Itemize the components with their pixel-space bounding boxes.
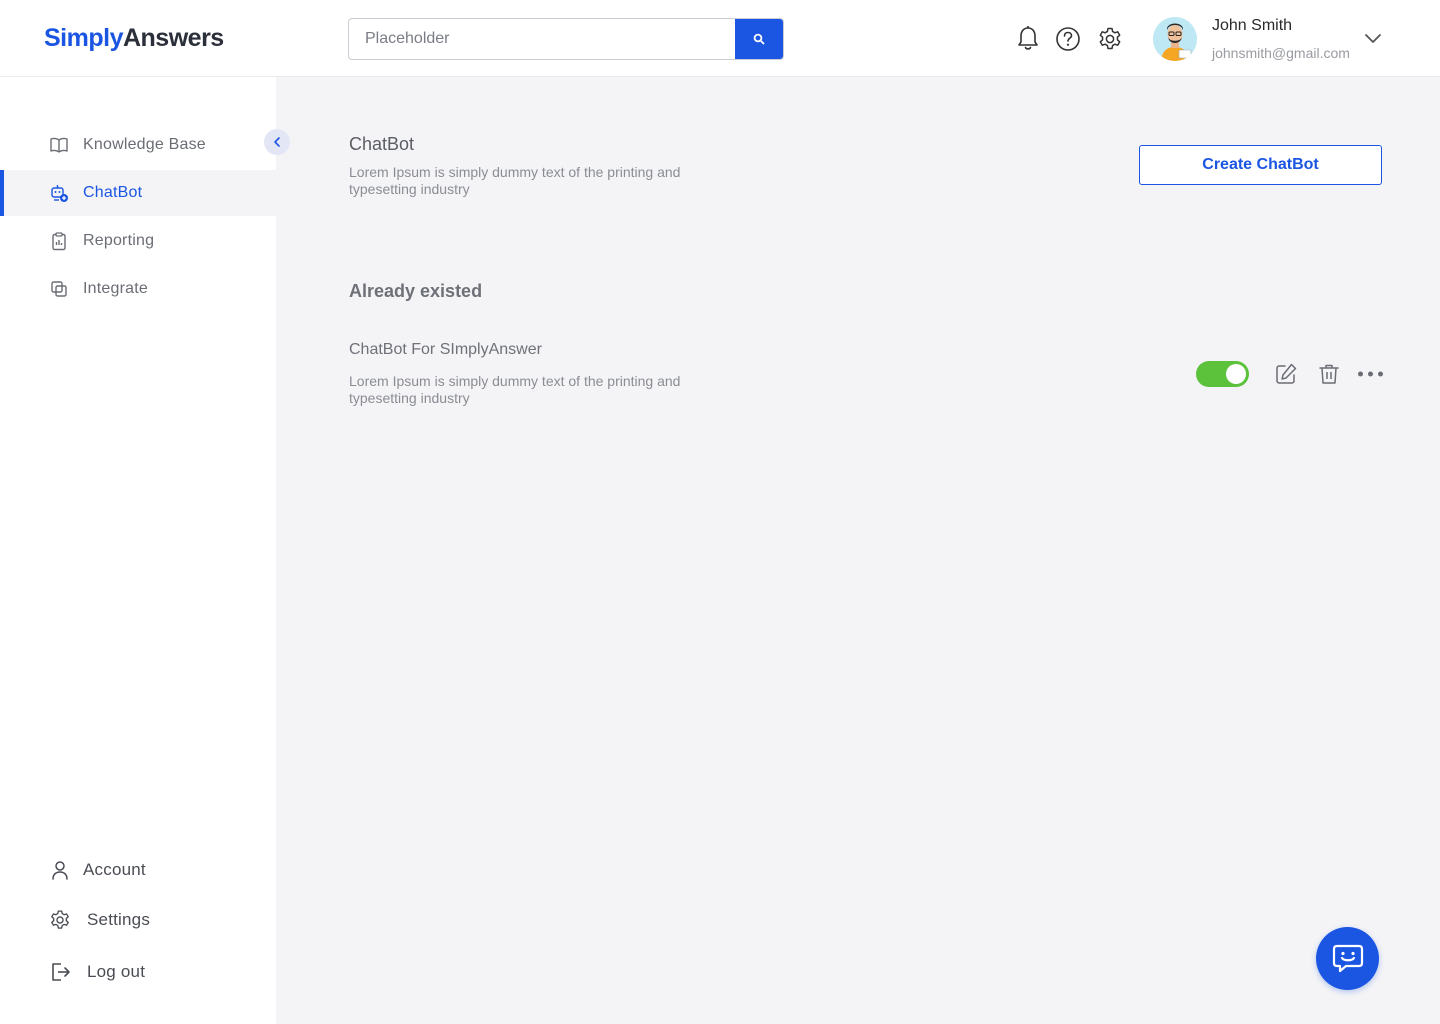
avatar[interactable] bbox=[1153, 17, 1197, 61]
user-icon bbox=[52, 861, 68, 880]
sidebar-item-settings[interactable]: Settings bbox=[0, 900, 276, 940]
search-input[interactable] bbox=[349, 19, 735, 59]
user-email: johnsmith@gmail.com bbox=[1212, 45, 1350, 61]
app-logo[interactable]: SimplyAnswers bbox=[44, 24, 224, 53]
sidebar-item-label: Knowledge Base bbox=[83, 136, 206, 153]
bot-description: Lorem Ipsum is simply dummy text of the … bbox=[349, 373, 681, 406]
book-icon bbox=[50, 137, 68, 153]
gear-icon bbox=[1099, 27, 1121, 50]
chevron-left-icon bbox=[274, 137, 280, 147]
chatbot-icon bbox=[51, 185, 68, 202]
sidebar-item-integrate[interactable]: Integrate bbox=[0, 266, 276, 312]
search-icon bbox=[753, 33, 765, 45]
toggle-knob bbox=[1226, 364, 1246, 384]
settings-button[interactable] bbox=[1097, 24, 1123, 54]
clipboard-icon bbox=[52, 232, 66, 251]
chevron-down-icon bbox=[1365, 34, 1381, 43]
section-heading: Already existed bbox=[349, 281, 483, 301]
notifications-button[interactable] bbox=[1015, 24, 1041, 54]
sidebar-item-label: Account bbox=[83, 860, 146, 879]
sidebar-item-logout[interactable]: Log out bbox=[0, 952, 276, 992]
sidebar-item-account[interactable]: Account bbox=[0, 850, 276, 890]
chat-smile-icon bbox=[1332, 944, 1363, 972]
bell-icon bbox=[1018, 26, 1038, 50]
layers-icon bbox=[51, 281, 67, 297]
bot-enable-toggle[interactable] bbox=[1196, 361, 1249, 387]
user-name: John Smith bbox=[1212, 17, 1293, 34]
bot-name: ChatBot For SImplyAnswer bbox=[349, 341, 542, 358]
help-button[interactable] bbox=[1055, 24, 1081, 54]
more-options-button[interactable] bbox=[1357, 362, 1384, 386]
page-description: Lorem Ipsum is simply dummy text of the … bbox=[349, 164, 681, 197]
sidebar-item-label: Log out bbox=[87, 962, 146, 981]
logout-icon bbox=[52, 963, 70, 981]
trash-icon bbox=[1319, 364, 1339, 384]
sidebar-item-chatbot[interactable]: ChatBot bbox=[0, 170, 276, 216]
sidebar-item-label: ChatBot bbox=[83, 184, 143, 201]
gear-icon bbox=[51, 910, 69, 929]
search-bar bbox=[348, 18, 784, 60]
top-header: SimplyAnswers John Smith johnsmith@gmail… bbox=[0, 0, 1440, 77]
edit-icon bbox=[1276, 363, 1297, 384]
sidebar-item-label: Settings bbox=[87, 910, 151, 929]
delete-button[interactable] bbox=[1317, 362, 1341, 386]
more-horizontal-icon bbox=[1358, 371, 1383, 377]
sidebar-item-knowledge-base[interactable]: Knowledge Base bbox=[0, 122, 276, 168]
avatar-illustration bbox=[1153, 17, 1197, 61]
chat-support-button[interactable] bbox=[1316, 927, 1379, 990]
create-chatbot-button[interactable]: Create ChatBot bbox=[1139, 145, 1382, 185]
sidebar-item-reporting[interactable]: Reporting bbox=[0, 218, 276, 264]
search-button[interactable] bbox=[735, 19, 783, 59]
help-icon bbox=[1056, 27, 1080, 51]
active-indicator bbox=[0, 170, 4, 216]
edit-button[interactable] bbox=[1274, 362, 1298, 386]
page-title: ChatBot bbox=[349, 134, 415, 154]
sidebar-item-label: Integrate bbox=[83, 280, 148, 297]
sidebar-collapse-button[interactable] bbox=[264, 129, 290, 155]
sidebar-item-label: Reporting bbox=[83, 232, 155, 249]
user-menu-toggle[interactable] bbox=[1362, 29, 1384, 49]
